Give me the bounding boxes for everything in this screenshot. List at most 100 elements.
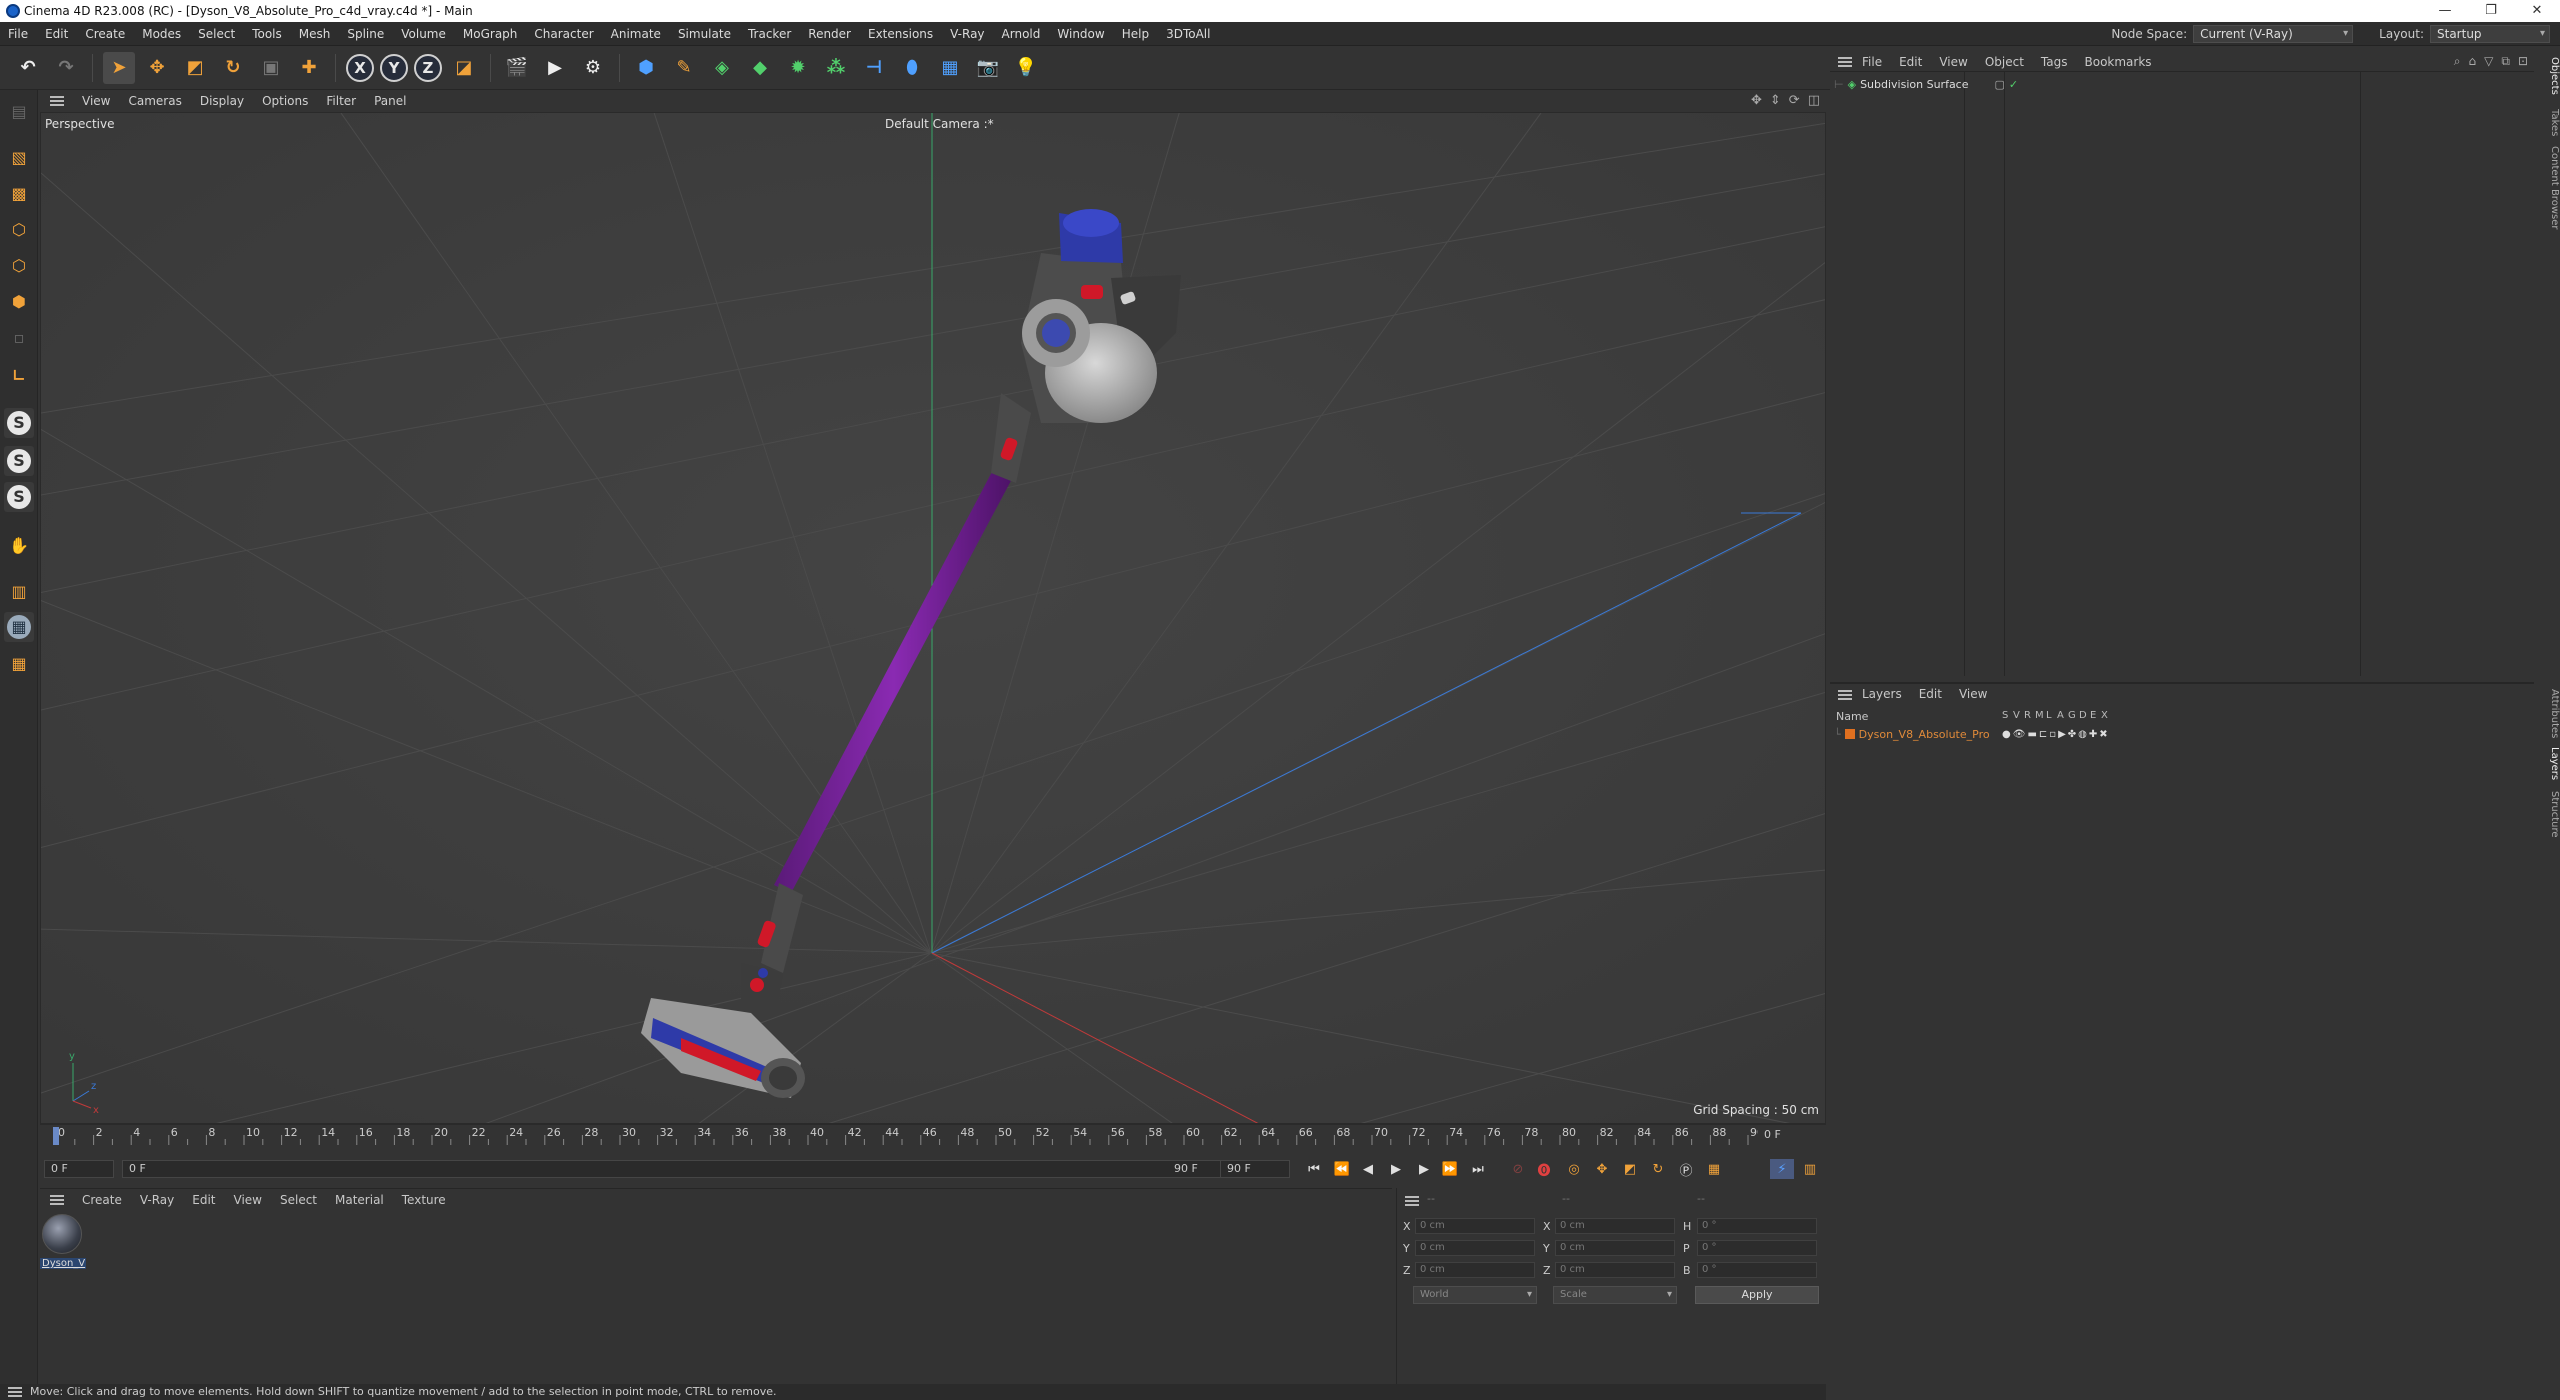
expression-icon[interactable]: ✚ [2089, 729, 2097, 740]
menu-window[interactable]: Window [1057, 27, 1104, 41]
layout-dropdown[interactable]: Startup [2430, 25, 2550, 43]
menu-edit[interactable]: Edit [45, 27, 68, 41]
side-tab-structure[interactable]: Structure [2536, 786, 2560, 842]
menu-render[interactable]: Render [808, 27, 851, 41]
menu-help[interactable]: Help [1122, 27, 1149, 41]
scale-tool-button[interactable]: ◩ [179, 52, 211, 84]
size-x-field[interactable]: 0 cm [1555, 1218, 1675, 1234]
pan-icon[interactable]: ✥ [1751, 93, 1762, 108]
coordinate-system-button[interactable]: ◪ [448, 52, 480, 84]
keyframe-selection-button[interactable]: ◎ [1562, 1159, 1586, 1179]
dolly-icon[interactable]: ⇕ [1770, 93, 1781, 108]
parameter-key-button[interactable]: Ⓟ [1674, 1159, 1698, 1179]
material-menu-create[interactable]: Create [82, 1193, 122, 1207]
viewport-menu-panel[interactable]: Panel [374, 94, 406, 108]
side-tab-layers[interactable]: Layers [2536, 746, 2560, 782]
grid-lock-button[interactable]: ▦ [4, 612, 34, 642]
side-tab-attributes[interactable]: Attributes [2536, 686, 2560, 742]
light-button[interactable]: 💡 [1010, 52, 1042, 84]
menu-file[interactable]: File [8, 27, 28, 41]
layer-manager-hamburger-icon[interactable] [1838, 690, 1852, 700]
rotate-tool-button[interactable]: ↻ [217, 52, 249, 84]
edges-mode-button[interactable]: ⬡ [4, 250, 34, 280]
start-frame-field[interactable]: 0 F [44, 1160, 114, 1178]
snap-settings-button[interactable]: S [4, 446, 34, 476]
menu-mesh[interactable]: Mesh [299, 27, 331, 41]
fcurve-button[interactable]: ▥ [1798, 1159, 1822, 1179]
render-view-button[interactable]: ▶ [539, 52, 571, 84]
close-button[interactable]: ✕ [2514, 0, 2560, 22]
pos-x-field[interactable]: 0 cm [1415, 1218, 1535, 1234]
menu-spline[interactable]: Spline [347, 27, 384, 41]
object-manager-hamburger-icon[interactable] [1838, 57, 1852, 67]
side-tab-content-browser[interactable]: Content Browser [2536, 146, 2560, 230]
object-menu-edit[interactable]: Edit [1899, 55, 1922, 69]
polygons-mode-button[interactable]: ⬢ [4, 286, 34, 316]
home-icon[interactable]: ⌂ [2469, 54, 2477, 69]
uv-mode-button[interactable]: ▫ [4, 322, 34, 352]
tweak-mode-button[interactable]: ✋ [4, 530, 34, 560]
material-menu-material[interactable]: Material [335, 1193, 384, 1207]
workplane-snap-button[interactable]: S [4, 482, 34, 512]
menu-arnold[interactable]: Arnold [1002, 27, 1041, 41]
new-window-icon[interactable]: ⧉ [2501, 54, 2510, 69]
render-settings-button[interactable]: ⚙ [577, 52, 609, 84]
point-level-key-button[interactable]: ▦ [1702, 1159, 1726, 1179]
previous-frame-button[interactable]: ◀ [1356, 1159, 1380, 1179]
minimize-button[interactable]: — [2422, 0, 2468, 22]
material-menu-vray[interactable]: V-Ray [140, 1193, 174, 1207]
material-menu-edit[interactable]: Edit [192, 1193, 215, 1207]
timeline-window-button[interactable]: ⚡ [1770, 1159, 1794, 1179]
eye-icon[interactable]: 👁 [2013, 729, 2026, 740]
layer-menu-layers[interactable]: Layers [1862, 687, 1902, 701]
size-mode-dropdown[interactable]: Scale [1553, 1286, 1677, 1304]
pos-z-field[interactable]: 0 cm [1415, 1262, 1535, 1278]
y-axis-lock-button[interactable]: Y [380, 53, 408, 82]
field-button[interactable]: ⬮ [896, 52, 928, 84]
deformer-icon[interactable]: ◍ [2078, 729, 2087, 740]
maximize-view-icon[interactable]: ◫ [1808, 93, 1820, 108]
rotation-key-button[interactable]: ↻ [1646, 1159, 1670, 1179]
live-selection-button[interactable]: ➤ [103, 51, 135, 84]
menu-create[interactable]: Create [85, 27, 125, 41]
menu-character[interactable]: Character [534, 27, 593, 41]
node-space-dropdown[interactable]: Current (V-Ray) [2193, 25, 2354, 43]
layer-menu-edit[interactable]: Edit [1919, 687, 1942, 701]
scale-key-button[interactable]: ◩ [1618, 1159, 1642, 1179]
z-axis-lock-button[interactable]: Z [414, 53, 442, 82]
extrude-button[interactable]: ◆ [744, 52, 776, 84]
redo-button[interactable]: ↷ [50, 52, 82, 84]
maximize-button[interactable]: ❐ [2468, 0, 2514, 22]
layer-menu-view[interactable]: View [1959, 687, 1987, 701]
menu-modes[interactable]: Modes [142, 27, 181, 41]
menu-3dtoall[interactable]: 3DToAll [1166, 27, 1210, 41]
size-z-field[interactable]: 0 cm [1555, 1262, 1675, 1278]
play-button[interactable]: ▶ [1384, 1159, 1408, 1179]
orbit-icon[interactable]: ⟳ [1789, 93, 1800, 108]
go-to-end-button[interactable]: ⏭ [1466, 1159, 1490, 1179]
coordinate-mode-dropdown[interactable]: World [1413, 1286, 1537, 1304]
workplane-button[interactable]: ▥ [4, 576, 34, 606]
xref-icon[interactable]: ✖ [2099, 729, 2107, 740]
status-hamburger-icon[interactable] [8, 1387, 22, 1397]
material-hamburger-icon[interactable] [50, 1194, 64, 1205]
rot-h-field[interactable]: 0 ° [1697, 1218, 1817, 1234]
viewport-menu-filter[interactable]: Filter [326, 94, 356, 108]
menu-simulate[interactable]: Simulate [678, 27, 731, 41]
material-menu-texture[interactable]: Texture [402, 1193, 446, 1207]
material-item[interactable]: Dyson_V [40, 1210, 88, 1274]
material-menu-view[interactable]: View [234, 1193, 262, 1207]
lock-icon[interactable]: ▫ [2049, 729, 2056, 740]
3d-viewport[interactable]: y z x Perspective Default Camera :* Grid… [40, 112, 1826, 1124]
menu-animate[interactable]: Animate [611, 27, 661, 41]
points-mode-button[interactable]: ⬡ [4, 214, 34, 244]
camera-button[interactable]: 📷 [972, 52, 1004, 84]
object-row[interactable]: ⊢ ◈ Subdivision Surface ▢ ✓ [1834, 76, 2018, 92]
subdivision-button[interactable]: ◈ [706, 52, 738, 84]
previous-key-button[interactable]: ⏪ [1330, 1159, 1354, 1179]
snap-button[interactable]: S [4, 408, 34, 438]
search-icon[interactable]: ⌕ [2454, 54, 2461, 69]
viewport-menu-options[interactable]: Options [262, 94, 308, 108]
next-key-button[interactable]: ⏩ [1438, 1159, 1462, 1179]
cube-object-button[interactable]: ⬢ [630, 52, 662, 84]
